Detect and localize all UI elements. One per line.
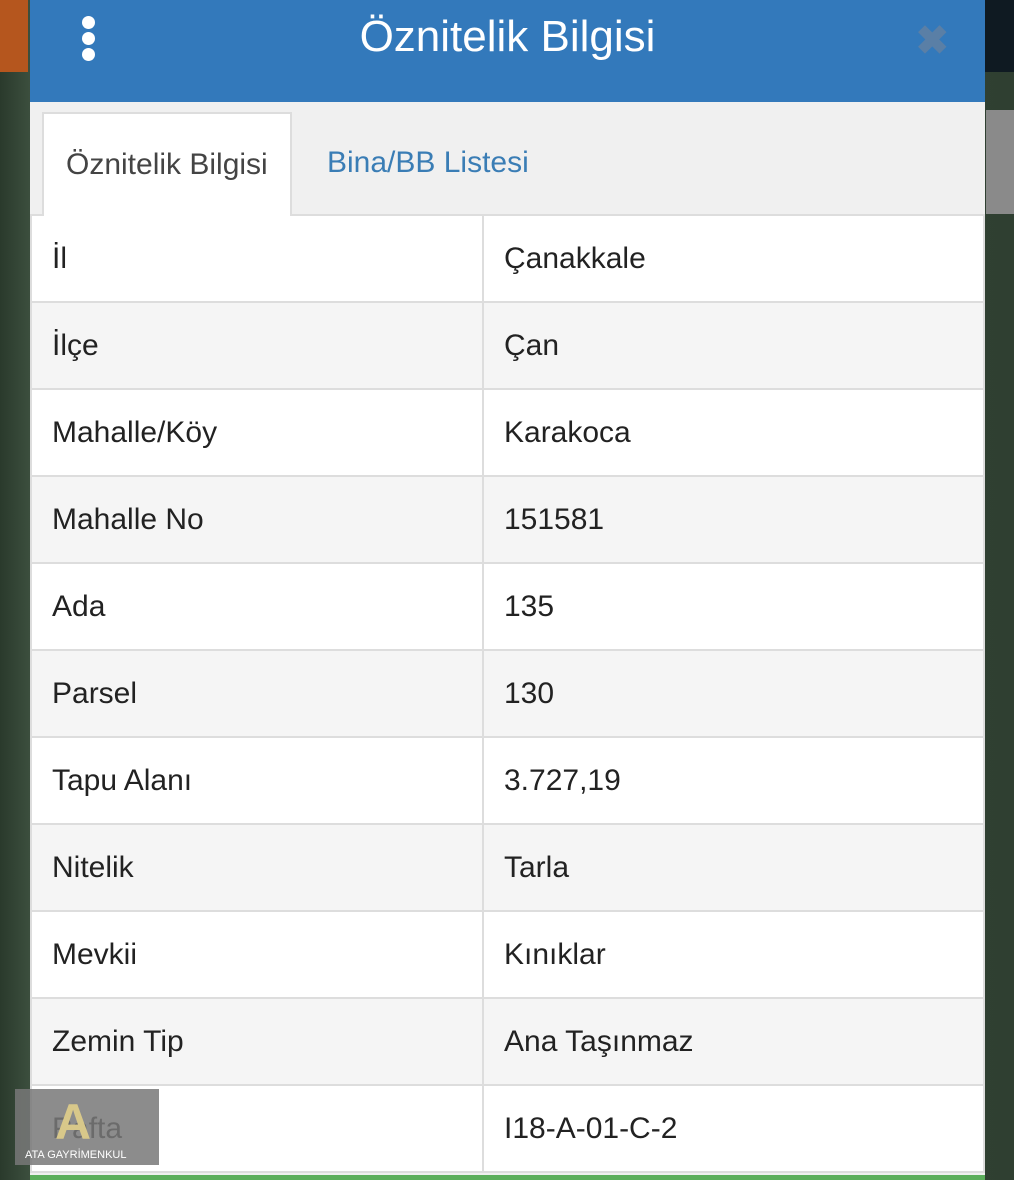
logo-mark: A (55, 1094, 92, 1150)
attribute-key: Mevkii (30, 910, 484, 999)
scrollbar[interactable] (986, 110, 1014, 214)
table-row: Mevkii Kınıklar (30, 910, 985, 999)
tab-bar: Öznitelik Bilgisi Bina/BB Listesi (30, 102, 985, 216)
attribute-value: Kınıklar (482, 910, 985, 999)
tab-attribute-info[interactable]: Öznitelik Bilgisi (42, 112, 292, 216)
attribute-value: 151581 (482, 475, 985, 564)
attribute-table: İl Çanakkale İlçe Çan Mahalle/Köy Karakoca Mah… (30, 214, 985, 1173)
table-row: İl Çanakkale (30, 214, 985, 303)
attribute-key: Mahalle No (30, 475, 484, 564)
attribute-key: Ada (30, 562, 484, 651)
logo-text: ATA GAYRİMENKUL (25, 1149, 127, 1161)
table-row: Zemin Tip Ana Taşınmaz (30, 997, 985, 1086)
attribute-value: 135 (482, 562, 985, 651)
attribute-value: Tarla (482, 823, 985, 912)
close-icon[interactable]: ✖ (915, 18, 949, 64)
tab-building-list[interactable]: Bina/BB Listesi (305, 112, 551, 214)
watermark-logo: A ATA GAYRİMENKUL (15, 1089, 159, 1165)
map-background-fragment (984, 0, 1014, 72)
table-row: Ada 135 (30, 562, 985, 651)
attribute-value: Ana Taşınmaz (482, 997, 985, 1086)
attribute-key: Mahalle/Köy (30, 388, 484, 477)
attribute-value: Karakoca (482, 388, 985, 477)
table-row: Tapu Alanı 3.727,19 (30, 736, 985, 825)
map-background-fragment (0, 0, 28, 72)
table-row: PaftaI18-A-01-C-2 (30, 1084, 985, 1173)
attribute-value: Çan (482, 301, 985, 390)
attribute-value: 3.727,19 (482, 736, 985, 825)
attribute-value: Çanakkale (482, 214, 985, 303)
dialog-title: Öznitelik Bilgisi (359, 12, 656, 61)
attribute-key: İl (30, 214, 484, 303)
table-row: İlçe Çan (30, 301, 985, 390)
table-row: Mahalle/Köy Karakoca (30, 388, 985, 477)
table-row: Parsel 130 (30, 649, 985, 738)
attribute-key: Nitelik (30, 823, 484, 912)
attribute-value: 130 (482, 649, 985, 738)
dialog-header: Öznitelik Bilgisi ✖ (30, 0, 985, 102)
attribute-key: Zemin Tip (30, 997, 484, 1086)
accent-bar (30, 1175, 985, 1180)
attribute-key: Parsel (30, 649, 484, 738)
attribute-key: Tapu Alanı (30, 736, 484, 825)
attribute-info-dialog: Öznitelik Bilgisi ✖ Öznitelik Bilgisi Bi… (30, 0, 985, 1180)
table-row: Mahalle No 151581 (30, 475, 985, 564)
attribute-value: I18-A-01-C-2 (482, 1084, 985, 1173)
table-row: Nitelik Tarla (30, 823, 985, 912)
attribute-key: İlçe (30, 301, 484, 390)
